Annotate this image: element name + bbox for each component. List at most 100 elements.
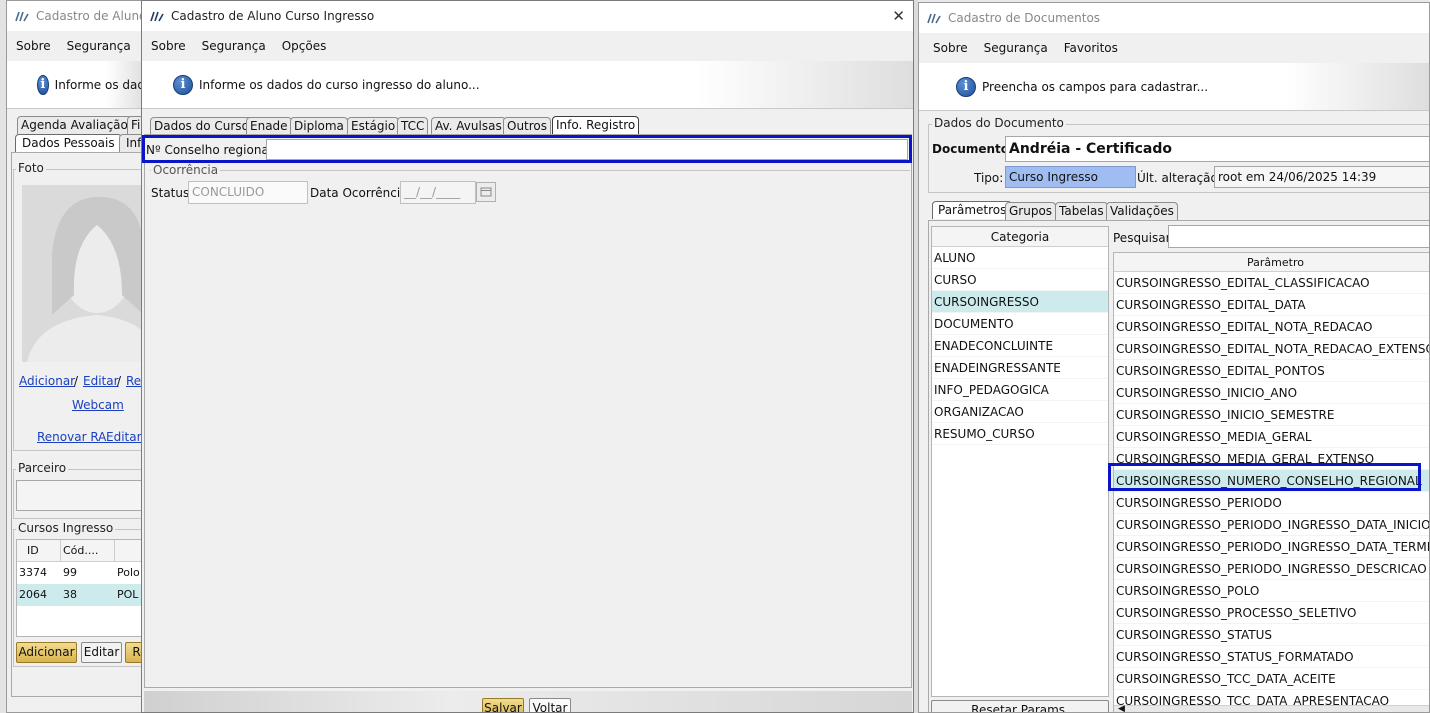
parametro-item[interactable]: CURSOINGRESSO_INICIO_SEMESTRE xyxy=(1114,404,1429,426)
info-text: Informe os dados do curso ingresso do al… xyxy=(199,77,480,92)
tab-tcc[interactable]: TCC xyxy=(397,117,429,135)
cell-id: 2064 xyxy=(19,588,47,601)
menu-opcoes[interactable]: Opções xyxy=(282,39,327,53)
column-header-id[interactable]: ID xyxy=(20,540,61,562)
menu-sobre[interactable]: Sobre xyxy=(151,39,186,53)
menubar: Sobre Segurança Opções xyxy=(142,31,913,61)
status-field: CONCLUIDO xyxy=(188,181,308,204)
editar-button[interactable]: Editar xyxy=(81,642,122,663)
parametro-item[interactable]: CURSOINGRESSO_EDITAL_PONTOS xyxy=(1114,360,1429,382)
menu-favoritos[interactable]: Favoritos xyxy=(1064,41,1118,55)
menu-seguranca[interactable]: Segurança xyxy=(67,39,131,53)
menubar: Sobre Segurança Favoritos xyxy=(919,33,1429,63)
tab-parametros[interactable]: Parâmetros xyxy=(932,201,1013,219)
parametro-item[interactable]: CURSOINGRESSO_PERIODO_INGRESSO_DESCRICAO xyxy=(1114,558,1429,580)
tab-info-registro[interactable]: Info. Registro xyxy=(552,116,640,134)
link-webcam[interactable]: Webcam xyxy=(72,398,124,412)
close-icon[interactable]: ✕ xyxy=(892,7,905,25)
status-label: Status: xyxy=(151,186,194,200)
voltar-button[interactable]: Voltar xyxy=(529,698,571,712)
parceiro-field[interactable] xyxy=(16,480,145,511)
horizontal-scrollbar[interactable]: ◀ xyxy=(1114,704,1429,712)
link-editar-ra[interactable]: Editar R xyxy=(106,430,145,444)
parametro-item[interactable]: CURSOINGRESSO_PERIODO_INGRESSO_DATA_INIC… xyxy=(1114,514,1429,536)
pesquisar-label: Pesquisar: xyxy=(1113,231,1175,245)
tab-estagio[interactable]: Estágio xyxy=(347,117,400,135)
table-header: ID Cód.... xyxy=(17,540,145,562)
categoria-item[interactable]: CURSOINGRESSO xyxy=(932,291,1108,313)
parametro-item[interactable]: CURSOINGRESSO_EDITAL_DATA xyxy=(1114,294,1429,316)
ocorrencia-divider xyxy=(150,170,910,171)
resetar-params-button[interactable]: Resetar Params. xyxy=(931,700,1109,712)
window-title: Cadastro de Documentos xyxy=(948,11,1101,25)
tab-grupos[interactable]: Grupos xyxy=(1005,202,1057,220)
adicionar-button[interactable]: Adicionar xyxy=(16,642,77,663)
link-editar[interactable]: Editar xyxy=(83,374,119,388)
app-logo-icon xyxy=(15,11,29,22)
parametro-header[interactable]: Parâmetro xyxy=(1114,253,1429,272)
menu-sobre[interactable]: Sobre xyxy=(933,41,968,55)
tab-agenda-avaliacao[interactable]: Agenda Avaliação xyxy=(17,116,132,134)
parametro-item[interactable]: CURSOINGRESSO_STATUS_FORMATADO xyxy=(1114,646,1429,668)
categoria-item[interactable]: DOCUMENTO xyxy=(932,313,1108,335)
table-row[interactable]: 3374 99 Polo xyxy=(17,562,145,584)
menu-sobre[interactable]: Sobre xyxy=(16,39,51,53)
cell-codigo: 99 xyxy=(63,566,77,579)
tab-outros[interactable]: Outros xyxy=(503,117,552,135)
info-bar: i Informe os dad xyxy=(7,61,145,109)
parametro-item[interactable]: CURSOINGRESSO_PERIODO_INGRESSO_DATA_TERM… xyxy=(1114,536,1429,558)
parametro-item[interactable]: CURSOINGRESSO_TCC_DATA_ACEITE xyxy=(1114,668,1429,690)
cell-polo: POL xyxy=(117,588,139,601)
parametro-item[interactable]: CURSOINGRESSO_STATUS xyxy=(1114,624,1429,646)
link-renovar-ra[interactable]: Renovar RA xyxy=(37,430,106,444)
salvar-button[interactable]: Salvar xyxy=(482,698,524,712)
categoria-item[interactable]: ALUNO xyxy=(932,247,1108,269)
column-header-codigo[interactable]: Cód.... xyxy=(62,540,115,562)
parametro-item[interactable]: CURSOINGRESSO_EDITAL_NOTA_REDACAO xyxy=(1114,316,1429,338)
titlebar: Cadastro de Aluno xyxy=(7,1,145,31)
tab-validacoes[interactable]: Validações xyxy=(1106,202,1178,220)
tipo-field[interactable]: Curso Ingresso xyxy=(1005,166,1136,188)
link-separator: / xyxy=(117,374,122,388)
parametro-item[interactable]: CURSOINGRESSO_MEDIA_GERAL xyxy=(1114,426,1429,448)
tab-tabelas[interactable]: Tabelas xyxy=(1055,202,1108,220)
categoria-header[interactable]: Categoria xyxy=(932,227,1108,247)
documento-field[interactable]: Andréia - Certificado xyxy=(1005,136,1429,162)
menu-seguranca[interactable]: Segurança xyxy=(984,41,1048,55)
ocorrencia-label: Ocorrência xyxy=(151,163,221,177)
avatar-placeholder-icon xyxy=(22,185,145,362)
foto-label: Foto xyxy=(16,161,46,175)
categoria-item[interactable]: CURSO xyxy=(932,269,1108,291)
link-adicionar[interactable]: Adicionar xyxy=(19,374,75,388)
tab-dados-pessoais[interactable]: Dados Pessoais xyxy=(15,134,122,152)
footer-bar xyxy=(144,691,912,712)
categoria-item[interactable]: INFO_PEDAGOGICA xyxy=(932,379,1108,401)
parametro-item[interactable]: CURSOINGRESSO_EDITAL_NOTA_REDACAO_EXTENS… xyxy=(1114,338,1429,360)
tipo-label: Tipo: xyxy=(974,171,1004,185)
tab-enade[interactable]: Enade xyxy=(246,117,292,135)
cell-polo: Polo xyxy=(117,566,140,579)
categoria-item[interactable]: ENADECONCLUINTE xyxy=(932,335,1108,357)
calendar-icon[interactable] xyxy=(476,182,496,202)
cell-id: 3374 xyxy=(19,566,47,579)
parametro-item[interactable]: CURSOINGRESSO_EDITAL_CLASSIFICACAO xyxy=(1114,272,1429,294)
ultima-alteracao-field: root em 24/06/2025 14:39 xyxy=(1214,166,1429,188)
tab-av-avulsas[interactable]: Av. Avulsas xyxy=(431,117,506,135)
categoria-item[interactable]: ENADEINGRESSANTE xyxy=(932,357,1108,379)
categoria-item[interactable]: RESUMO_CURSO xyxy=(932,423,1108,445)
scroll-left-arrow-icon[interactable]: ◀ xyxy=(1118,704,1125,712)
tab-content-panel xyxy=(144,134,912,688)
menu-seguranca[interactable]: Segurança xyxy=(202,39,266,53)
curso-ingresso-window: Cadastro de Aluno Curso Ingresso ✕ Sobre… xyxy=(141,0,914,713)
parametro-item[interactable]: CURSOINGRESSO_PERIODO xyxy=(1114,492,1429,514)
parametro-item[interactable]: CURSOINGRESSO_PROCESSO_SELETIVO xyxy=(1114,602,1429,624)
categoria-item[interactable]: ORGANIZACAO xyxy=(932,401,1108,423)
link-separator: / xyxy=(74,374,79,388)
ultima-alteracao-label: Últ. alteração: xyxy=(1137,171,1222,185)
pesquisar-input[interactable] xyxy=(1168,225,1429,248)
table-row[interactable]: 2064 38 POL xyxy=(17,584,145,606)
parametro-item[interactable]: CURSOINGRESSO_POLO xyxy=(1114,580,1429,602)
parametro-item[interactable]: CURSOINGRESSO_INICIO_ANO xyxy=(1114,382,1429,404)
tab-diploma[interactable]: Diploma xyxy=(290,117,348,135)
tab-dados-do-curso[interactable]: Dados do Curso xyxy=(150,117,253,135)
